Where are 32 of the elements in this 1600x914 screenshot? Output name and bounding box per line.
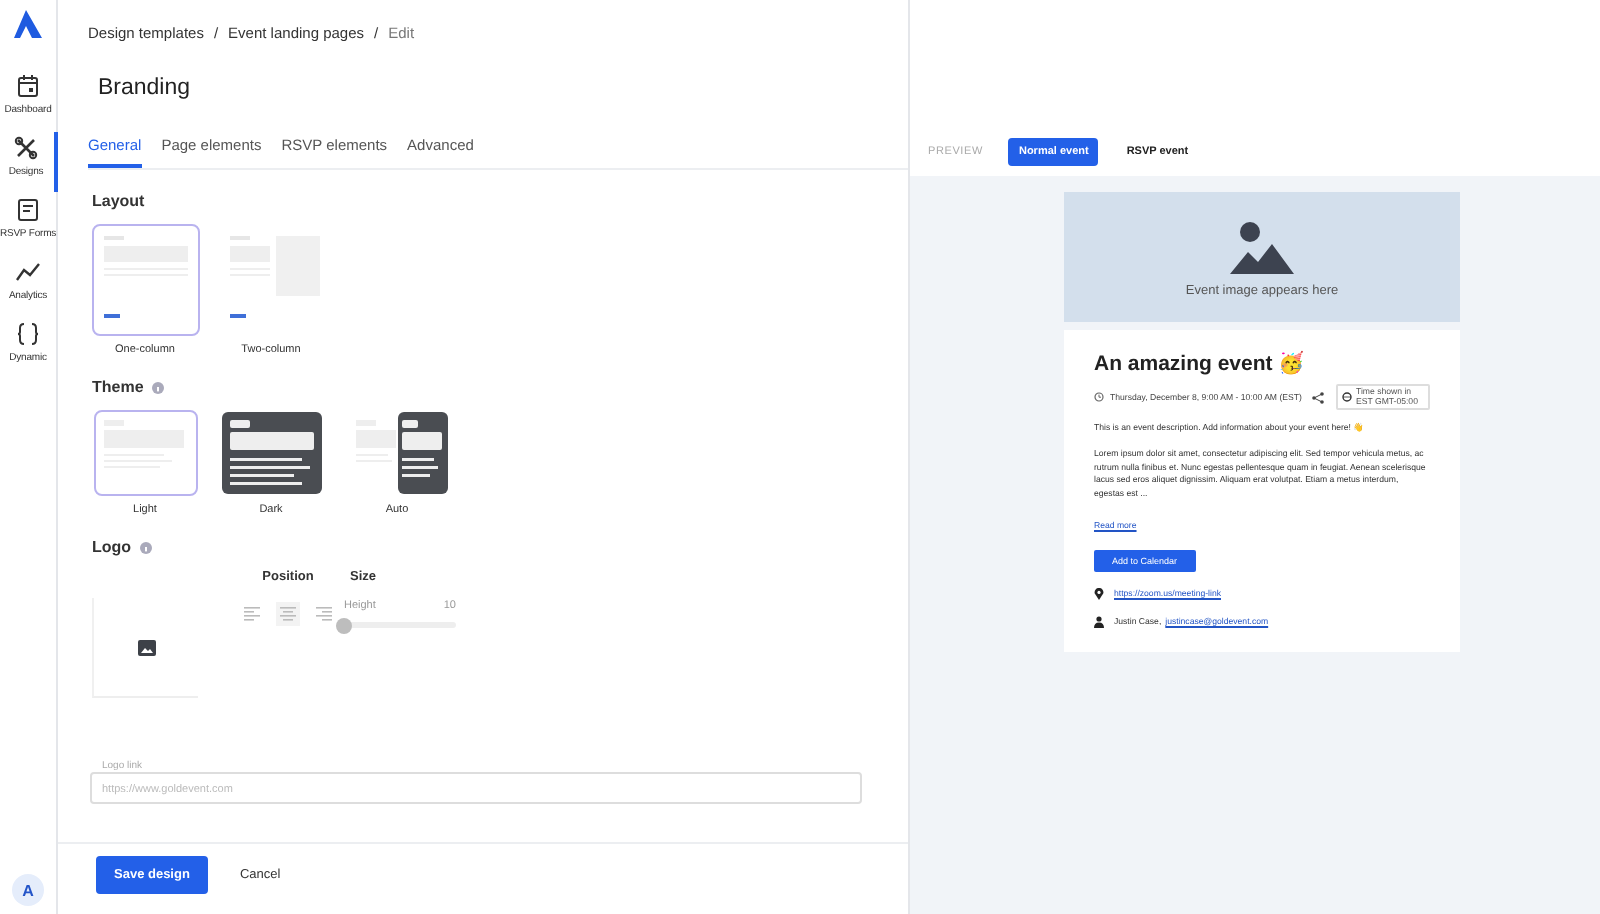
avatar[interactable]: A [12, 874, 44, 906]
chart-icon [16, 260, 40, 284]
section-heading: Theme [92, 378, 144, 396]
logo-icon [14, 10, 42, 38]
event-title: An amazing event 🥳 [1094, 350, 1307, 376]
clock-icon [1094, 392, 1104, 403]
slider-thumb[interactable] [336, 617, 352, 633]
share-icon [1312, 391, 1324, 404]
info-icon [151, 381, 164, 393]
section-heading: Logo [92, 538, 132, 556]
calendar-icon [16, 74, 40, 98]
globe-icon [1342, 392, 1352, 403]
info-icon [139, 541, 152, 553]
align-left-button[interactable] [240, 602, 264, 626]
thumbnail-drawing [221, 412, 321, 494]
layout-option[interactable] [91, 224, 199, 336]
theme-option[interactable] [219, 410, 323, 496]
align-right-icon [316, 606, 332, 622]
person-icon [1094, 615, 1104, 628]
image-icon [1230, 220, 1294, 274]
align-left-icon [244, 606, 260, 622]
braces-icon [16, 322, 40, 346]
tools-icon [14, 136, 38, 160]
image-icon [137, 639, 155, 655]
align-right-button[interactable] [312, 602, 336, 626]
form-icon [16, 198, 40, 222]
section-heading: Layout [92, 192, 145, 210]
logo-upload-area[interactable] [92, 598, 198, 698]
page-title: Branding [98, 76, 193, 100]
location-pin-icon [1094, 587, 1104, 600]
align-center-button[interactable] [276, 602, 300, 626]
align-center-icon [280, 606, 296, 622]
